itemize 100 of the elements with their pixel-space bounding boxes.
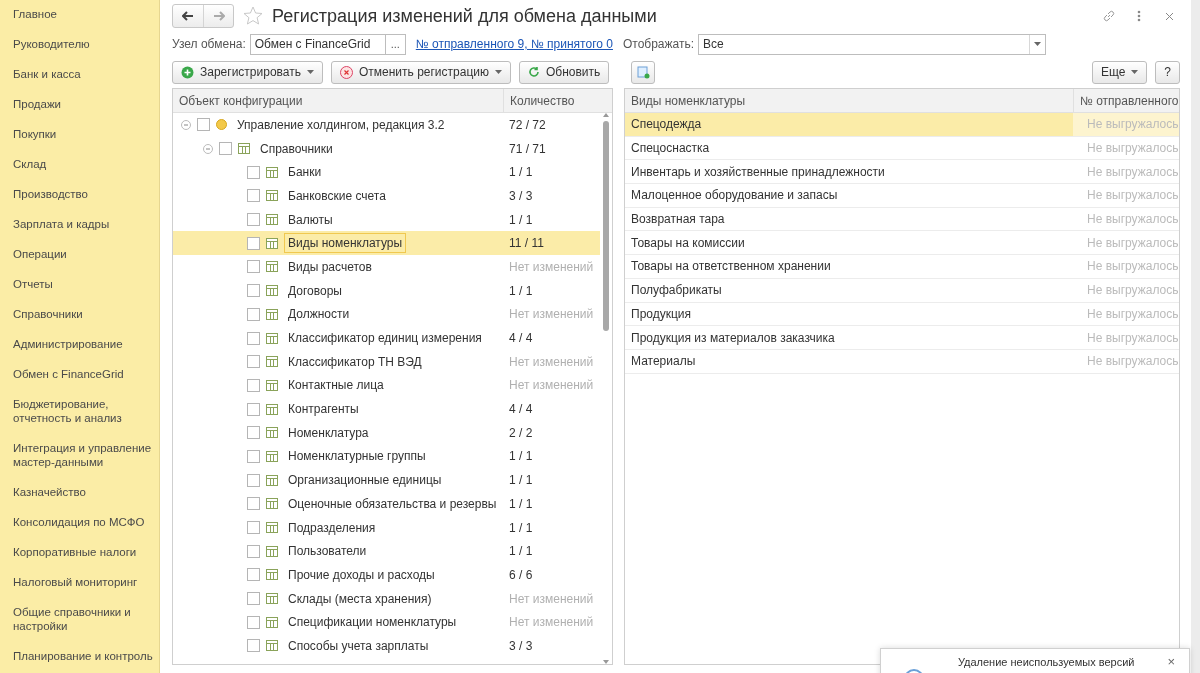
field-label: Узел обмена: — [172, 37, 246, 51]
sidebar-item[interactable]: Бюджетирование, отчетность и анализ — [0, 396, 159, 440]
tree-row[interactable]: Валюты 1 / 1 — [173, 207, 600, 232]
node-field[interactable]: Обмен с FinanceGrid — [249, 33, 386, 55]
column-header[interactable]: № отправленного — [1073, 89, 1179, 112]
list-cell-text: Товары на ответственном хранении — [630, 259, 832, 274]
checkbox[interactable] — [247, 236, 260, 250]
collapse-icon[interactable] — [181, 119, 191, 130]
counter-link[interactable]: № отправленного 9, № принятого 0 — [415, 37, 613, 51]
sidebar-item[interactable]: Справочники — [0, 306, 159, 336]
checkbox[interactable] — [247, 449, 260, 463]
tree-row[interactable]: Справочники 71 / 71 — [173, 136, 600, 161]
sidebar-item[interactable]: Общие справочники и настройки — [0, 604, 159, 648]
tree-row[interactable]: Прочие доходы и расходы 6 / 6 — [173, 563, 600, 587]
checkbox[interactable] — [247, 568, 260, 582]
sidebar-item[interactable]: Продажи — [0, 96, 159, 126]
checkbox[interactable] — [247, 426, 260, 440]
checkbox[interactable] — [247, 521, 260, 535]
checkbox[interactable] — [247, 260, 260, 274]
sidebar-item[interactable]: Покупки — [0, 126, 159, 156]
sidebar-item[interactable]: Отчеты — [0, 276, 159, 306]
status-cell-text: Не выгружалось — [1086, 305, 1179, 323]
tree-row[interactable]: Банковские счета 3 / 3 — [173, 184, 600, 208]
tree-row[interactable]: Пользователи 1 / 1 — [173, 539, 600, 564]
scrollbar[interactable] — [600, 113, 612, 664]
help-button[interactable]: ? — [1155, 60, 1180, 84]
register-button[interactable]: Зарегистрировать — [172, 60, 323, 84]
tree-row[interactable]: Спецификации номенклатуры Нет изменений — [173, 610, 600, 635]
exchange-button[interactable] — [631, 60, 656, 84]
collapse-icon[interactable] — [203, 143, 213, 154]
checkbox[interactable] — [247, 189, 260, 203]
tree-row[interactable]: Контрагенты 4 / 4 — [173, 397, 600, 421]
list-cell-text: Спецоснастка — [630, 141, 711, 156]
table-icon — [266, 261, 278, 273]
checkbox[interactable] — [247, 402, 260, 416]
sidebar-item[interactable]: Казначейство — [0, 484, 159, 514]
tree-row[interactable]: Организационные единицы 1 / 1 — [173, 468, 600, 492]
select-button[interactable]: ... — [385, 33, 406, 55]
close-button[interactable]: × — [1167, 656, 1175, 668]
more-button[interactable]: Еще — [1091, 60, 1148, 84]
tree-item-label: Управление холдингом, редакция 3.2 — [236, 116, 446, 134]
checkbox[interactable] — [247, 284, 260, 298]
checkbox[interactable] — [247, 592, 260, 606]
status-cell-text: Не выгружалось — [1086, 163, 1179, 181]
tree-row[interactable]: Оценочные обязательства и резервы 1 / 1 — [173, 492, 600, 516]
refresh-button[interactable]: Обновить — [519, 60, 610, 84]
sidebar-item[interactable]: Обмен с FinanceGrid — [0, 366, 159, 396]
tree-row[interactable]: Номенклатура 2 / 2 — [173, 420, 600, 445]
checkbox[interactable] — [247, 544, 260, 558]
sidebar-item[interactable]: Корпоративные налоги — [0, 544, 159, 574]
checkbox[interactable] — [247, 331, 260, 345]
checkbox[interactable] — [219, 142, 232, 156]
tree-row[interactable]: Классификатор ТН ВЭД Нет изменений — [173, 349, 600, 374]
sidebar-item[interactable]: Администрирование — [0, 336, 159, 366]
sidebar-item[interactable]: Планирование и контроль — [0, 648, 159, 673]
sidebar-item[interactable]: Производство — [0, 186, 159, 216]
checkbox[interactable] — [197, 118, 210, 132]
checkbox[interactable] — [247, 213, 260, 227]
tree-row[interactable]: Классификатор единиц измерения 4 / 4 — [173, 326, 600, 350]
checkbox[interactable] — [247, 355, 260, 369]
sidebar-item[interactable]: Главное — [0, 6, 159, 36]
display-dropdown[interactable]: Все — [698, 33, 1047, 55]
tree-row[interactable]: Виды номенклатуры 11 / 11 — [173, 231, 600, 256]
count-cell-text: Нет изменений — [508, 615, 595, 630]
sidebar-item[interactable]: Консолидация по МСФО — [0, 514, 159, 544]
checkbox[interactable] — [247, 165, 260, 179]
checkbox[interactable] — [247, 615, 260, 629]
tree-row[interactable]: Склады (места хранения) Нет изменений — [173, 586, 600, 611]
tree-row[interactable]: Номенклатурные группы 1 / 1 — [173, 444, 600, 469]
cancel-registration-button[interactable]: Отменить регистрацию — [330, 60, 511, 84]
sidebar-item[interactable]: Налоговый мониторинг — [0, 574, 159, 604]
sidebar-item[interactable]: Банк и касса — [0, 66, 159, 96]
tree-row[interactable]: Контактные лица Нет изменений — [173, 373, 600, 398]
sidebar-item[interactable]: Руководителю — [0, 36, 159, 66]
table-icon — [266, 593, 278, 605]
checkbox[interactable] — [247, 473, 260, 487]
tree-row[interactable]: Управление холдингом, редакция 3.2 72 / 72 — [173, 113, 600, 137]
column-header[interactable]: Количество — [503, 89, 600, 112]
table-icon — [266, 545, 278, 557]
tree-row[interactable]: Договоры 1 / 1 — [173, 278, 600, 303]
tree-row[interactable]: Должности Нет изменений — [173, 302, 600, 327]
list-row[interactable]: Спецодежда Не выгружалось — [625, 113, 1179, 137]
tree-row[interactable]: Способы учета зарплаты 3 / 3 — [173, 634, 600, 658]
tree-row[interactable]: Подразделения 1 / 1 — [173, 515, 600, 540]
sidebar-item[interactable]: Склад — [0, 156, 159, 186]
sidebar-item[interactable]: Интеграция и управление мастер-данными — [0, 440, 159, 484]
star-icon[interactable] — [242, 5, 264, 27]
sidebar-item[interactable]: Операции — [0, 246, 159, 276]
tree-item-label: Контактные лица — [287, 377, 385, 395]
tree-row[interactable]: Виды расчетов Нет изменений — [173, 255, 600, 279]
checkbox[interactable] — [247, 307, 260, 321]
count-cell-text: 3 / 3 — [508, 188, 534, 203]
column-header[interactable]: Объект конфигурации — [173, 89, 503, 112]
checkbox[interactable] — [247, 497, 260, 511]
checkbox[interactable] — [247, 639, 260, 653]
tree-row[interactable]: Банки 1 / 1 — [173, 160, 600, 185]
checkbox[interactable] — [247, 378, 260, 392]
column-header[interactable]: Виды номенклатуры — [625, 89, 1073, 112]
sidebar-item[interactable]: Зарплата и кадры — [0, 216, 159, 246]
scroll-down-icon[interactable] — [603, 660, 609, 664]
